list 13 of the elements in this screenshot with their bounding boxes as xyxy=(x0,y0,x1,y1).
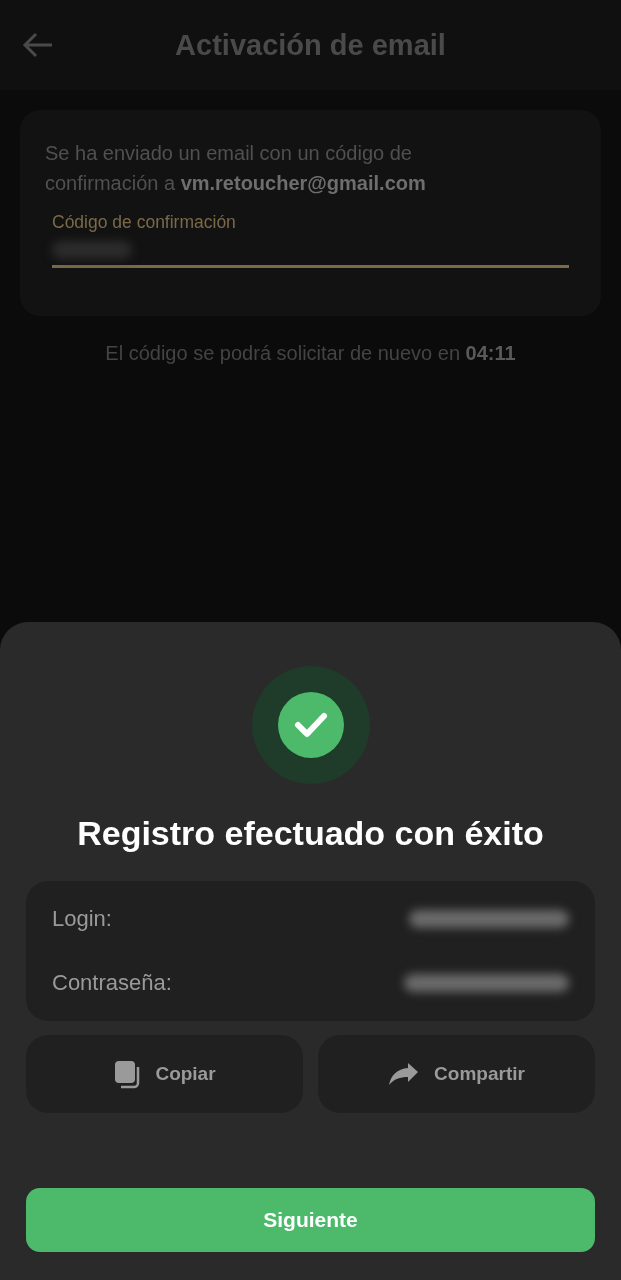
dialog-title: Registro efectuado con éxito xyxy=(77,814,544,853)
credential-label: Contraseña: xyxy=(52,970,172,996)
credential-label: Login: xyxy=(52,906,112,932)
copy-icon xyxy=(113,1059,142,1089)
copy-button[interactable]: Copiar xyxy=(26,1035,303,1113)
resend-timer-text: El código se podrá solicitar de nuevo en 04:11 xyxy=(104,342,517,365)
screen-title: Activación de email xyxy=(174,28,447,62)
field-label: Código de confirmación xyxy=(52,212,236,233)
share-button[interactable]: Compartir xyxy=(318,1035,595,1113)
code-field[interactable]: Código de confirmación xyxy=(52,212,569,268)
share-icon xyxy=(388,1062,421,1086)
back-arrow-icon xyxy=(22,31,54,59)
notice-text: Se ha enviado un email con un código de confirmación a vm.retoucher@gmail.com xyxy=(45,141,427,196)
